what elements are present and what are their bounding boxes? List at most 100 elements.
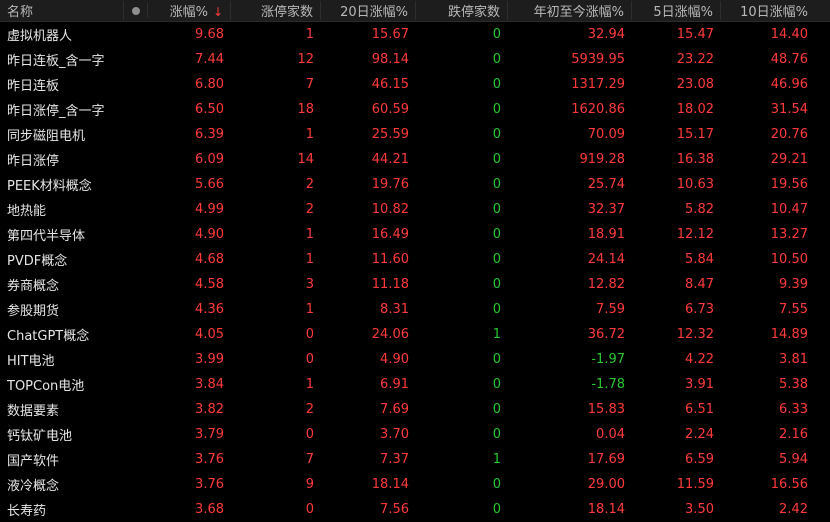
cell-pct-change: 3.79 [195,427,224,442]
col-header-change-5d[interactable]: 5日涨幅% [632,1,721,20]
cell-change-20d: 44.21 [371,152,409,167]
cell-change-5d: 18.02 [676,102,714,117]
cell-name: 券商概念 [7,279,60,294]
cell-change-10d: 10.50 [770,252,808,267]
col-header-name[interactable]: 名称 [0,1,124,20]
cell-pct-change: 6.09 [195,152,224,167]
table-row[interactable]: 券商概念 4.58 3 11.18 0 12.82 8.47 9.39 [0,272,830,297]
cell-limit-down: 0 [492,27,501,42]
cell-pct-change: 4.90 [195,227,224,242]
cell-change-10d: 5.38 [779,377,808,392]
cell-limit-up: 1 [305,27,314,42]
cell-ytd: 7.59 [596,302,625,317]
cell-change-20d: 11.18 [371,277,409,292]
table-row[interactable]: 钙钛矿电池 3.79 0 3.70 0 0.04 2.24 2.16 [0,422,830,447]
cell-name: ChatGPT概念 [7,329,90,344]
col-header-pct-change[interactable]: 涨幅% ↓ [148,1,231,20]
cell-limit-down: 0 [492,352,501,367]
col-header-limit-up[interactable]: 涨停家数 [231,1,321,20]
cell-change-10d: 29.21 [770,152,808,167]
col-header-dot[interactable] [124,3,148,18]
table-row[interactable]: 同步磁阻电机 6.39 1 25.59 0 70.09 15.17 20.76 [0,122,830,147]
cell-change-10d: 46.96 [770,77,808,92]
cell-ytd: 25.74 [587,177,625,192]
cell-limit-up: 9 [305,477,314,492]
table-row[interactable]: PVDF概念 4.68 1 11.60 0 24.14 5.84 10.50 [0,247,830,272]
cell-limit-down: 1 [492,327,501,342]
cell-change-20d: 24.06 [371,327,409,342]
cell-limit-down: 0 [492,152,501,167]
table-row[interactable]: 液冷概念 3.76 9 18.14 0 29.00 11.59 16.56 [0,472,830,497]
cell-change-5d: 23.08 [676,77,714,92]
table-row[interactable]: 昨日涨停 6.09 14 44.21 0 919.28 16.38 29.21 [0,147,830,172]
dot-icon [131,6,140,15]
cell-pct-change: 9.68 [195,27,224,42]
cell-limit-down: 0 [492,302,501,317]
table-row[interactable]: 昨日连板_含一字 7.44 12 98.14 0 5939.95 23.22 48.76 [0,47,830,72]
cell-change-5d: 2.24 [685,427,714,442]
cell-change-5d: 6.51 [685,402,714,417]
cell-change-10d: 3.81 [779,352,808,367]
cell-change-10d: 10.47 [770,202,808,217]
cell-change-10d: 13.27 [770,227,808,242]
cell-limit-down: 0 [492,252,501,267]
table-row[interactable]: 昨日连板 6.80 7 46.15 0 1317.29 23.08 46.96 [0,72,830,97]
table-row[interactable]: 虚拟机器人 9.68 1 15.67 0 32.94 15.47 14.40 [0,22,830,47]
cell-change-5d: 4.22 [685,352,714,367]
cell-limit-up: 2 [305,202,314,217]
table-row[interactable]: 昨日涨停_含一字 6.50 18 60.59 0 1620.86 18.02 31.54 [0,97,830,122]
table-row[interactable]: ChatGPT概念 4.05 0 24.06 1 36.72 12.32 14.89 [0,322,830,347]
cell-limit-down: 0 [492,502,501,517]
cell-pct-change: 6.39 [195,127,224,142]
cell-pct-change: 6.50 [195,102,224,117]
table-row[interactable]: PEEK材料概念 5.66 2 19.76 0 25.74 10.63 19.56 [0,172,830,197]
cell-change-20d: 60.59 [371,102,409,117]
cell-change-5d: 12.32 [676,327,714,342]
cell-name: 昨日涨停_含一字 [7,104,105,119]
cell-pct-change: 5.66 [195,177,224,192]
cell-change-20d: 7.37 [380,452,409,467]
cell-change-20d: 98.14 [371,52,409,67]
cell-ytd: 17.69 [587,452,625,467]
table-row[interactable]: TOPCon电池 3.84 1 6.91 0 -1.78 3.91 5.38 [0,372,830,397]
table-row[interactable]: 参股期货 4.36 1 8.31 0 7.59 6.73 7.55 [0,297,830,322]
cell-pct-change: 3.68 [195,502,224,517]
cell-ytd: 32.37 [587,202,625,217]
col-header-change-20d[interactable]: 20日涨幅% [321,1,416,20]
cell-change-5d: 10.63 [676,177,714,192]
cell-limit-up: 0 [305,352,314,367]
cell-ytd: 12.82 [587,277,625,292]
table-row[interactable]: 第四代半导体 4.90 1 16.49 0 18.91 12.12 13.27 [0,222,830,247]
cell-change-10d: 2.16 [779,427,808,442]
table-row[interactable]: 国产软件 3.76 7 7.37 1 17.69 6.59 5.94 [0,447,830,472]
table-row[interactable]: HIT电池 3.99 0 4.90 0 -1.97 4.22 3.81 [0,347,830,372]
cell-pct-change: 7.44 [195,52,224,67]
cell-ytd: 1317.29 [571,77,625,92]
cell-name: 数据要素 [7,404,60,419]
table-row[interactable]: 地热能 4.99 2 10.82 0 32.37 5.82 10.47 [0,197,830,222]
cell-change-5d: 12.12 [676,227,714,242]
sector-table: 名称 涨幅% ↓ 涨停家数 20日涨幅% 跌停家数 年初至今涨幅% 5日涨幅% 1… [0,0,830,522]
cell-change-20d: 25.59 [371,127,409,142]
cell-name: HIT电池 [7,354,55,369]
table-row[interactable]: 长寿药 3.68 0 7.56 0 18.14 3.50 2.42 [0,497,830,522]
table-row[interactable]: 数据要素 3.82 2 7.69 0 15.83 6.51 6.33 [0,397,830,422]
cell-name: 参股期货 [7,304,60,319]
cell-change-5d: 3.50 [685,502,714,517]
cell-pct-change: 3.82 [195,402,224,417]
sort-desc-icon: ↓ [212,5,223,19]
cell-change-10d: 48.76 [770,52,808,67]
cell-limit-down: 0 [492,277,501,292]
cell-name: 同步磁阻电机 [7,129,86,144]
cell-change-20d: 19.76 [371,177,409,192]
cell-limit-up: 1 [305,127,314,142]
col-header-ytd[interactable]: 年初至今涨幅% [508,1,632,20]
col-header-limit-down[interactable]: 跌停家数 [416,1,508,20]
col-header-change-10d[interactable]: 10日涨幅% [721,1,830,20]
cell-limit-up: 2 [305,402,314,417]
cell-limit-up: 1 [305,377,314,392]
cell-limit-up: 1 [305,302,314,317]
cell-change-20d: 10.82 [371,202,409,217]
cell-ytd: 15.83 [587,402,625,417]
col-header-pct-label: 涨幅% [169,5,208,20]
